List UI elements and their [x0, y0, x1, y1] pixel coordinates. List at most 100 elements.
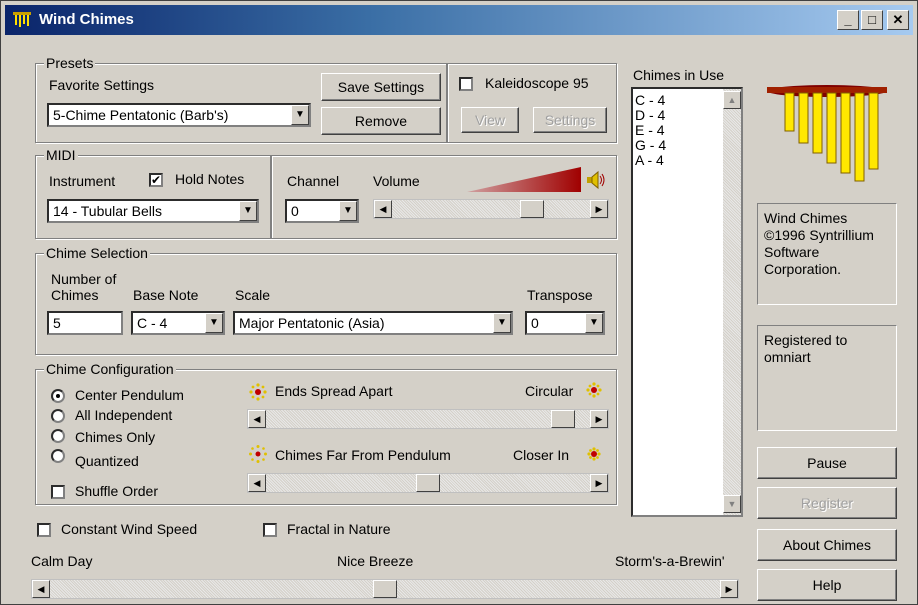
- distance-thumb[interactable]: [416, 474, 440, 492]
- far-from-pendulum-icon: [249, 445, 267, 463]
- constant-wind-speed-label: Constant Wind Speed: [61, 521, 198, 537]
- list-item[interactable]: E - 4: [635, 123, 666, 138]
- base-note-value: C - 4: [137, 315, 168, 331]
- wind-speed-slider[interactable]: ◀ ▶: [31, 579, 739, 599]
- fractal-in-nature-checkbox[interactable]: [263, 523, 277, 537]
- view-button[interactable]: View: [461, 107, 519, 133]
- scale-value: Major Pentatonic (Asia): [239, 315, 385, 331]
- help-button[interactable]: Help: [757, 569, 897, 601]
- chevron-down-icon[interactable]: ▼: [205, 313, 223, 333]
- spread-slider[interactable]: ◀ ▶: [247, 409, 609, 429]
- ends-spread-apart-label: Ends Spread Apart: [275, 383, 393, 399]
- shuffle-order-checkbox[interactable]: [51, 485, 65, 499]
- channel-label: Channel: [287, 173, 340, 189]
- favorite-settings-label: Favorite Settings: [49, 77, 155, 93]
- pause-button[interactable]: Pause: [757, 447, 897, 479]
- number-of-label: Number of: [51, 271, 117, 287]
- speaker-icon[interactable]: [585, 169, 607, 191]
- chimes-list-items: C - 4 D - 4 E - 4 G - 4 A - 4: [635, 93, 666, 168]
- register-button[interactable]: Register: [757, 487, 897, 519]
- number-of-chimes-field[interactable]: 5: [47, 311, 123, 335]
- base-note-combo[interactable]: C - 4 ▼: [131, 311, 225, 335]
- scroll-right-icon[interactable]: ▶: [590, 410, 608, 428]
- base-note-label: Base Note: [133, 287, 199, 303]
- channel-value: 0: [291, 203, 299, 219]
- list-item[interactable]: G - 4: [635, 138, 666, 153]
- instrument-combo[interactable]: 14 - Tubular Bells ▼: [47, 199, 259, 223]
- scale-combo[interactable]: Major Pentatonic (Asia) ▼: [233, 311, 513, 335]
- chevron-down-icon[interactable]: ▼: [291, 105, 309, 125]
- save-settings-button[interactable]: Save Settings: [321, 73, 441, 101]
- nice-breeze-label: Nice Breeze: [337, 553, 414, 569]
- chimes-in-use-list[interactable]: C - 4 D - 4 E - 4 G - 4 A - 4 ▲ ▼: [631, 87, 743, 517]
- spread-thumb[interactable]: [551, 410, 575, 428]
- maximize-button[interactable]: □: [861, 10, 883, 30]
- storms-a-brewin-label: Storm's-a-Brewin': [615, 553, 725, 569]
- scroll-left-icon[interactable]: ◀: [248, 474, 266, 492]
- favorite-settings-combo[interactable]: 5-Chime Pentatonic (Barb's) ▼: [47, 103, 311, 127]
- scale-label: Scale: [235, 287, 271, 303]
- chimes-only-label: Chimes Only: [75, 429, 156, 445]
- volume-slider[interactable]: ◀ ▶: [373, 199, 609, 219]
- window-title: Wind Chimes: [39, 11, 134, 28]
- scroll-right-icon[interactable]: ▶: [590, 474, 608, 492]
- chime-selection-group: Chime Selection: [35, 245, 617, 355]
- center-pendulum-label: Center Pendulum: [75, 387, 184, 403]
- volume-label: Volume: [373, 173, 420, 189]
- distance-slider[interactable]: ◀ ▶: [247, 473, 609, 493]
- chevron-down-icon[interactable]: ▼: [239, 201, 257, 221]
- scroll-right-icon[interactable]: ▶: [720, 580, 738, 598]
- transpose-combo[interactable]: 0 ▼: [525, 311, 605, 335]
- main-window: Wind Chimes _ □ ✕ Presets Favorite Setti…: [0, 0, 918, 605]
- kaleidoscope-label: Kaleidoscope 95: [485, 75, 589, 91]
- wind-chimes-logo-image: [763, 71, 891, 187]
- radio-center-pendulum[interactable]: [51, 389, 65, 403]
- title-bar[interactable]: Wind Chimes _ □ ✕: [5, 5, 913, 35]
- kaleidoscope-checkbox[interactable]: [459, 77, 473, 91]
- scroll-down-icon[interactable]: ▼: [723, 495, 741, 513]
- chimes-label: Chimes: [51, 287, 99, 303]
- scroll-left-icon[interactable]: ◀: [248, 410, 266, 428]
- chimes-in-use-label: Chimes in Use: [633, 67, 725, 83]
- all-independent-label: All Independent: [75, 407, 173, 423]
- about-chimes-button[interactable]: About Chimes: [757, 529, 897, 561]
- volume-ramp-graphic: [467, 167, 581, 192]
- radio-chimes-only[interactable]: [51, 429, 65, 443]
- minimize-button[interactable]: _: [837, 10, 859, 30]
- wind-chimes-app-icon: [13, 12, 31, 27]
- chimes-far-from-pendulum-label: Chimes Far From Pendulum: [275, 447, 451, 463]
- wind-speed-thumb[interactable]: [373, 580, 397, 598]
- circular-icon: [586, 382, 602, 398]
- scroll-left-icon[interactable]: ◀: [32, 580, 50, 598]
- chevron-down-icon[interactable]: ▼: [493, 313, 511, 333]
- constant-wind-speed-checkbox[interactable]: [37, 523, 51, 537]
- closer-in-icon: [587, 447, 601, 461]
- transpose-value: 0: [531, 315, 539, 331]
- chevron-down-icon[interactable]: ▼: [585, 313, 603, 333]
- radio-all-independent[interactable]: [51, 409, 65, 423]
- list-item[interactable]: D - 4: [635, 108, 666, 123]
- kaleidoscope-settings-button[interactable]: Settings: [533, 107, 607, 133]
- copyright-panel: Wind Chimes ©1996 Syntrillium Software C…: [757, 203, 897, 305]
- circular-label: Circular: [525, 383, 574, 399]
- scroll-right-icon[interactable]: ▶: [590, 200, 608, 218]
- instrument-value: 14 - Tubular Bells: [53, 203, 162, 219]
- list-scrollbar[interactable]: ▲ ▼: [723, 89, 741, 515]
- spread-left-icon: [249, 383, 267, 401]
- remove-button[interactable]: Remove: [321, 107, 441, 135]
- radio-quantized[interactable]: [51, 449, 65, 463]
- quantized-label: Quantized: [75, 453, 139, 469]
- midi-group: MIDI: [35, 147, 271, 239]
- channel-combo[interactable]: 0 ▼: [285, 199, 359, 223]
- scroll-up-icon[interactable]: ▲: [723, 91, 741, 109]
- hold-notes-checkbox[interactable]: ✔: [149, 173, 163, 187]
- list-item[interactable]: A - 4: [635, 153, 666, 168]
- midi-legend: MIDI: [44, 147, 78, 163]
- hold-notes-label: Hold Notes: [175, 171, 245, 187]
- list-item[interactable]: C - 4: [635, 93, 666, 108]
- chevron-down-icon[interactable]: ▼: [339, 201, 357, 221]
- scroll-left-icon[interactable]: ◀: [374, 200, 392, 218]
- volume-thumb[interactable]: [520, 200, 544, 218]
- close-button[interactable]: ✕: [887, 10, 909, 30]
- chime-selection-legend: Chime Selection: [44, 245, 150, 261]
